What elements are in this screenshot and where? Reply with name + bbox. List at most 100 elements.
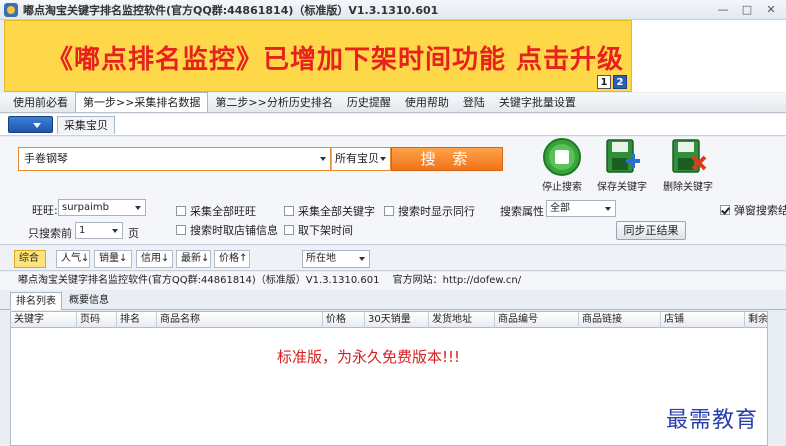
col-shop[interactable]: 店铺 [661,312,745,328]
keyword-input[interactable]: 手卷钢琴 [18,147,331,171]
table-header: 关键字 页码 排名 商品名称 价格 30天销量 发货地址 商品编号 商品链接 店… [11,312,767,328]
fetch-delist-time-checkbox[interactable]: 取下架时间 [284,222,353,238]
sort-price[interactable]: 价格↑ [214,250,250,268]
col-product-link[interactable]: 商品链接 [579,312,661,328]
sort-newest[interactable]: 最新↓ [176,250,211,268]
options-panel: 旺旺: surpaimb 只搜索前 1 页 采集全部旺旺 搜索时取店铺信息 采集… [0,195,786,245]
stop-icon [543,138,581,176]
banner-blank-area [632,20,786,92]
col-page[interactable]: 页码 [77,312,117,328]
tab-keyword-batch[interactable]: 关键字批量设置 [492,94,583,112]
page-count-value: 1 [79,225,86,236]
chevron-down-icon[interactable] [605,207,611,211]
chevron-down-icon[interactable] [380,157,386,161]
stop-search-button[interactable]: 停止搜索 [532,137,592,193]
sort-bar: 综合 人气↓ 销量↓ 信用↓ 最新↓ 价格↑ 所在地 [0,246,786,271]
banner-page-2[interactable]: 2 [613,75,627,89]
tab-rank-list[interactable]: 排名列表 [10,292,62,310]
minimize-button[interactable]: — [712,2,734,18]
delete-keyword-label: 删除关键字 [663,182,713,193]
col-sales-30d[interactable]: 30天销量 [365,312,429,328]
wangwang-label: 旺旺: [32,204,58,217]
col-price[interactable]: 价格 [323,312,365,328]
window-controls: — □ ✕ [712,2,782,18]
sort-comprehensive[interactable]: 综合 [14,250,46,268]
sort-popularity[interactable]: 人气↓ [56,250,90,268]
tab-collect-items[interactable]: 采集宝贝 [57,116,115,134]
only-search-label: 只搜索前 [28,227,72,240]
stop-search-label: 停止搜索 [542,182,582,193]
checkbox-box[interactable] [176,206,186,216]
sync-result-button[interactable]: 同步正结果 [616,221,686,240]
sort-sales[interactable]: 销量↓ [94,250,132,268]
location-select[interactable]: 所在地 [302,250,370,268]
title-bar: 嘟点淘宝关键字排名监控软件(官方QQ群:44861814)（标准版）V1.3.1… [0,0,786,20]
tab-summary[interactable]: 概要信息 [64,292,114,310]
col-ship-address[interactable]: 发货地址 [429,312,495,328]
save-keyword-button[interactable]: 保存关键字 [592,137,652,193]
page-unit-label: 页 [128,227,139,240]
banner-page-1[interactable]: 1 [597,75,611,89]
wangwang-value: surpaimb [62,202,110,213]
page-count-select[interactable]: 1 [75,222,123,239]
result-tabs: 排名列表 概要信息 [0,290,786,310]
wangwang-select[interactable]: surpaimb [58,199,146,216]
location-value: 所在地 [306,253,336,264]
tab-help[interactable]: 使用帮助 [398,94,456,112]
collect-all-wangwang-checkbox[interactable]: 采集全部旺旺 [176,203,256,219]
tab-step2-analyze[interactable]: 第二步>>分析历史排名 [208,94,339,112]
official-site[interactable]: 官方网站：http://dofew.cn/ [393,275,521,286]
app-icon [4,2,18,17]
chevron-down-icon[interactable] [320,157,326,161]
banner-text[interactable]: 《嘟点排名监控》已增加下架时间功能 点击升级 [47,39,624,76]
search-attr-value: 全部 [550,203,570,214]
show-peers-checkbox[interactable]: 搜索时显示同行 [384,203,475,219]
checkbox-box[interactable] [284,206,294,216]
fetch-delist-time-label: 取下架时间 [298,224,353,237]
sub-tab-bar: 采集宝贝 [0,114,786,136]
scope-value: 所有宝贝 [335,152,379,165]
main-tabs: 使用前必看 第一步>>采集排名数据 第二步>>分析历史排名 历史提醒 使用帮助 … [0,92,786,113]
scope-select[interactable]: 所有宝贝 [331,147,391,171]
tab-read-first[interactable]: 使用前必看 [6,94,75,112]
search-attr-select[interactable]: 全部 [546,200,616,217]
popup-result-checkbox[interactable]: 弹窗搜索结 [720,202,786,218]
collect-all-keywords-label: 采集全部关键字 [298,205,375,218]
search-attr-label: 搜索属性 [500,205,544,218]
delete-keyword-button[interactable]: 删除关键字 [658,137,718,193]
fetch-shop-info-checkbox[interactable]: 搜索时取店铺信息 [176,222,278,238]
col-rank[interactable]: 排名 [117,312,157,328]
col-product-id[interactable]: 商品编号 [495,312,579,328]
checkbox-box[interactable] [284,225,294,235]
keyword-value: 手卷钢琴 [24,152,68,165]
col-product-name[interactable]: 商品名称 [157,312,323,328]
checkbox-box[interactable] [720,205,730,215]
close-button[interactable]: ✕ [760,2,782,18]
watermark: 最需教育 [666,408,759,433]
window-title: 嘟点淘宝关键字排名监控软件(官方QQ群:44861814)（标准版）V1.3.1… [23,3,439,17]
save-keyword-label: 保存关键字 [597,182,647,193]
fetch-shop-info-label: 搜索时取店铺信息 [190,224,278,237]
tab-history-reminder[interactable]: 历史提醒 [340,94,398,112]
tab-login[interactable]: 登陆 [456,94,492,112]
rank-table: 关键字 页码 排名 商品名称 价格 30天销量 发货地址 商品编号 商品链接 店… [10,311,768,446]
search-button[interactable]: 搜 索 [391,147,503,171]
chevron-down-icon[interactable] [135,206,141,210]
collect-all-wangwang-label: 采集全部旺旺 [190,205,256,218]
product-info: 嘟点淘宝关键字排名监控软件(官方QQ群:44861814)（标准版）V1.3.1… [18,275,380,286]
col-remaining[interactable]: 剩余 [745,312,767,328]
collect-all-keywords-checkbox[interactable]: 采集全部关键字 [284,203,375,219]
col-keyword[interactable]: 关键字 [11,312,77,328]
checkbox-box[interactable] [176,225,186,235]
sort-credit[interactable]: 信用↓ [136,250,173,268]
chevron-down-icon[interactable] [112,229,118,233]
search-panel: 手卷钢琴 所有宝贝 搜 索 停止搜索 保存关键字 删除关键字 [0,137,786,195]
checkbox-box[interactable] [384,206,394,216]
promo-banner[interactable]: 《嘟点排名监控》已增加下架时间功能 点击升级 1 2 [4,20,632,92]
free-version-notice: 标准版，为永久免费版本!!! [277,348,461,366]
dropdown-menu-button[interactable] [8,116,53,133]
tab-step1-collect[interactable]: 第一步>>采集排名数据 [75,92,209,112]
maximize-button[interactable]: □ [736,2,758,18]
save-disk-plus-icon [606,139,640,173]
chevron-down-icon[interactable] [359,257,365,261]
